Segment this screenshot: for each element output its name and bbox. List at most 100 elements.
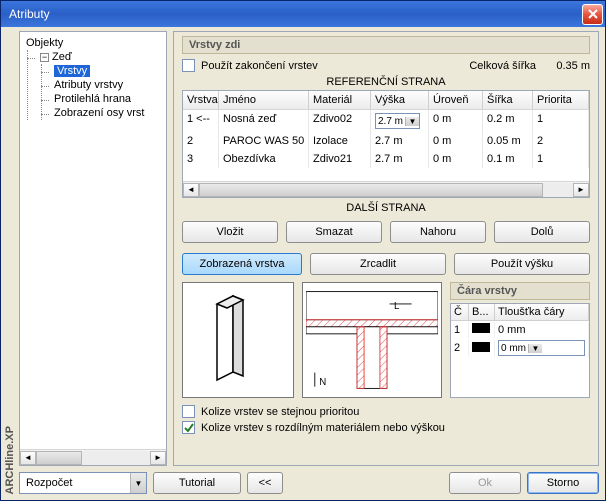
delete-button[interactable]: Smazat: [286, 221, 382, 243]
tree-node-zed[interactable]: −Zeď: [38, 50, 164, 64]
line-num: 2: [451, 340, 469, 356]
tree-node-zobrazeni-osy[interactable]: Zobrazení osy vrst: [52, 106, 164, 120]
dialog-window: Atributy ARCHline.XP Objekty −Zeď Vrstv: [0, 0, 606, 501]
table-cell[interactable]: 2: [533, 132, 589, 150]
table-cell[interactable]: Izolace: [309, 132, 371, 150]
table-cell[interactable]: 1 <--: [183, 110, 219, 132]
table-cell[interactable]: 3: [183, 150, 219, 168]
storno-button[interactable]: Storno: [527, 472, 599, 494]
th-vyska[interactable]: Výška: [371, 91, 429, 109]
th-uroven[interactable]: Úroveň: [429, 91, 483, 109]
table-cell[interactable]: Obezdívka: [219, 150, 309, 168]
table-cell[interactable]: Zdivo02: [309, 110, 371, 132]
height-cell[interactable]: 2.7 m: [371, 132, 429, 150]
reference-side-label: REFERENČNÍ STRANA: [182, 76, 590, 88]
th-priorita[interactable]: Priorita: [533, 91, 589, 109]
tree-node-label: Zeď: [52, 51, 72, 63]
table-cell[interactable]: PAROC WAS 50: [219, 132, 309, 150]
line-color[interactable]: [469, 340, 495, 357]
table-cell[interactable]: 0.2 m: [483, 110, 533, 132]
up-button[interactable]: Nahoru: [390, 221, 486, 243]
line-thickness[interactable]: 0 mm▼: [495, 338, 589, 358]
svg-text:L: L: [394, 301, 400, 312]
lth-tloustka[interactable]: Tloušťka čáry: [495, 304, 589, 320]
close-icon: [588, 9, 598, 19]
table-cell[interactable]: 1: [533, 110, 589, 132]
ok-button[interactable]: Ok: [449, 472, 521, 494]
table-row[interactable]: 1 <--Nosná zeďZdivo022.7 m▼ 0 m0.2 m1: [183, 110, 589, 132]
mirror-button[interactable]: Zrcadlit: [310, 253, 446, 275]
window-title: Atributy: [9, 7, 582, 21]
table-row[interactable]: 3ObezdívkaZdivo212.7 m0 m0.1 m1: [183, 150, 589, 168]
th-jmeno[interactable]: Jméno: [219, 91, 309, 109]
object-tree[interactable]: Objekty −Zeď Vrstvy Atributy vrstvy Prot…: [20, 32, 166, 449]
lines-row[interactable]: 2 0 mm▼: [451, 338, 589, 358]
properties-panel: Vrstvy zdi Použít zakončení vrstev Celko…: [173, 31, 599, 466]
group-title-vrstvy: Vrstvy zdi: [182, 36, 590, 54]
table-cell[interactable]: Zdivo21: [309, 150, 371, 168]
scroll-left-icon[interactable]: ◄: [20, 451, 36, 465]
tree-hscrollbar[interactable]: ◄ ►: [20, 449, 166, 465]
lth-b[interactable]: B...: [469, 304, 495, 320]
insert-button[interactable]: Vložit: [182, 221, 278, 243]
table-hscrollbar[interactable]: ◄ ►: [183, 181, 589, 197]
scroll-track[interactable]: [199, 183, 573, 197]
group-title-cara: Čára vrstvy: [450, 282, 590, 300]
close-button[interactable]: [582, 4, 603, 25]
total-width-label: Celková šířka: [469, 60, 536, 72]
scroll-thumb[interactable]: [36, 451, 82, 465]
th-material[interactable]: Materiál: [309, 91, 371, 109]
brand-strip: ARCHline.XP: [1, 27, 19, 500]
collision-same-checkbox[interactable]: [182, 405, 195, 418]
height-cell[interactable]: 2.7 m▼: [371, 110, 429, 132]
table-cell[interactable]: 0 m: [429, 132, 483, 150]
color-swatch-icon: [472, 342, 490, 352]
use-end-checkbox[interactable]: [182, 59, 195, 72]
line-num: 1: [451, 322, 469, 338]
object-tree-panel: Objekty −Zeď Vrstvy Atributy vrstvy Prot…: [19, 31, 167, 466]
scroll-track[interactable]: [36, 451, 150, 465]
table-header: Vrstva Jméno Materiál Výška Úroveň Šířka…: [183, 91, 589, 110]
scroll-left-icon[interactable]: ◄: [183, 183, 199, 197]
tree-node-protilehla-hrana[interactable]: Protilehlá hrana: [52, 92, 164, 106]
table-cell[interactable]: 2: [183, 132, 219, 150]
table-cell[interactable]: Nosná zeď: [219, 110, 309, 132]
collapse-icon[interactable]: −: [40, 53, 49, 62]
th-vrstva[interactable]: Vrstva: [183, 91, 219, 109]
collision-same-label: Kolize vrstev se stejnou prioritou: [201, 406, 359, 418]
shown-layer-button[interactable]: Zobrazená vrstva: [182, 253, 302, 275]
collision-diff-checkbox[interactable]: [182, 421, 195, 434]
rozpocet-select[interactable]: Rozpočet ▼: [19, 472, 147, 494]
table-cell[interactable]: 0 m: [429, 150, 483, 168]
height-combo[interactable]: 2.7 m▼: [375, 113, 420, 129]
chevron-down-icon: ▼: [130, 473, 146, 493]
table-body: 1 <--Nosná zeďZdivo022.7 m▼0 m0.2 m12PAR…: [183, 110, 589, 181]
line-thickness[interactable]: 0 mm: [495, 322, 589, 338]
table-cell[interactable]: 0.05 m: [483, 132, 533, 150]
table-cell[interactable]: 0.1 m: [483, 150, 533, 168]
height-cell[interactable]: 2.7 m: [371, 150, 429, 168]
use-height-button[interactable]: Použít výšku: [454, 253, 590, 275]
lth-c[interactable]: Č: [451, 304, 469, 320]
back-button[interactable]: <<: [247, 472, 283, 494]
line-color[interactable]: [469, 321, 495, 338]
table-cell[interactable]: 0 m: [429, 110, 483, 132]
lines-row[interactable]: 1 0 mm: [451, 321, 589, 338]
down-button[interactable]: Dolů: [494, 221, 590, 243]
th-sirka[interactable]: Šířka: [483, 91, 533, 109]
scroll-thumb[interactable]: [199, 183, 543, 197]
tree-root-objekty[interactable]: Objekty: [24, 36, 164, 50]
wall-section-icon: L N: [306, 286, 438, 394]
scroll-right-icon[interactable]: ►: [150, 451, 166, 465]
lines-body: 1 0 mm 2 0 mm▼: [451, 321, 589, 358]
chevron-down-icon: ▼: [405, 117, 419, 126]
table-cell[interactable]: 1: [533, 150, 589, 168]
thickness-combo[interactable]: 0 mm▼: [498, 340, 585, 356]
scroll-right-icon[interactable]: ►: [573, 183, 589, 197]
tree-node-atributy-vrstvy[interactable]: Atributy vrstvy: [52, 78, 164, 92]
table-row[interactable]: 2PAROC WAS 50Izolace2.7 m0 m0.05 m2: [183, 132, 589, 150]
wall-3d-icon: [209, 292, 267, 388]
lines-table: Č B... Tloušťka čáry 1 0 mm 2 0 mm▼: [450, 303, 590, 398]
tree-node-vrstvy[interactable]: Vrstvy: [52, 64, 164, 78]
tutorial-button[interactable]: Tutorial: [153, 472, 241, 494]
